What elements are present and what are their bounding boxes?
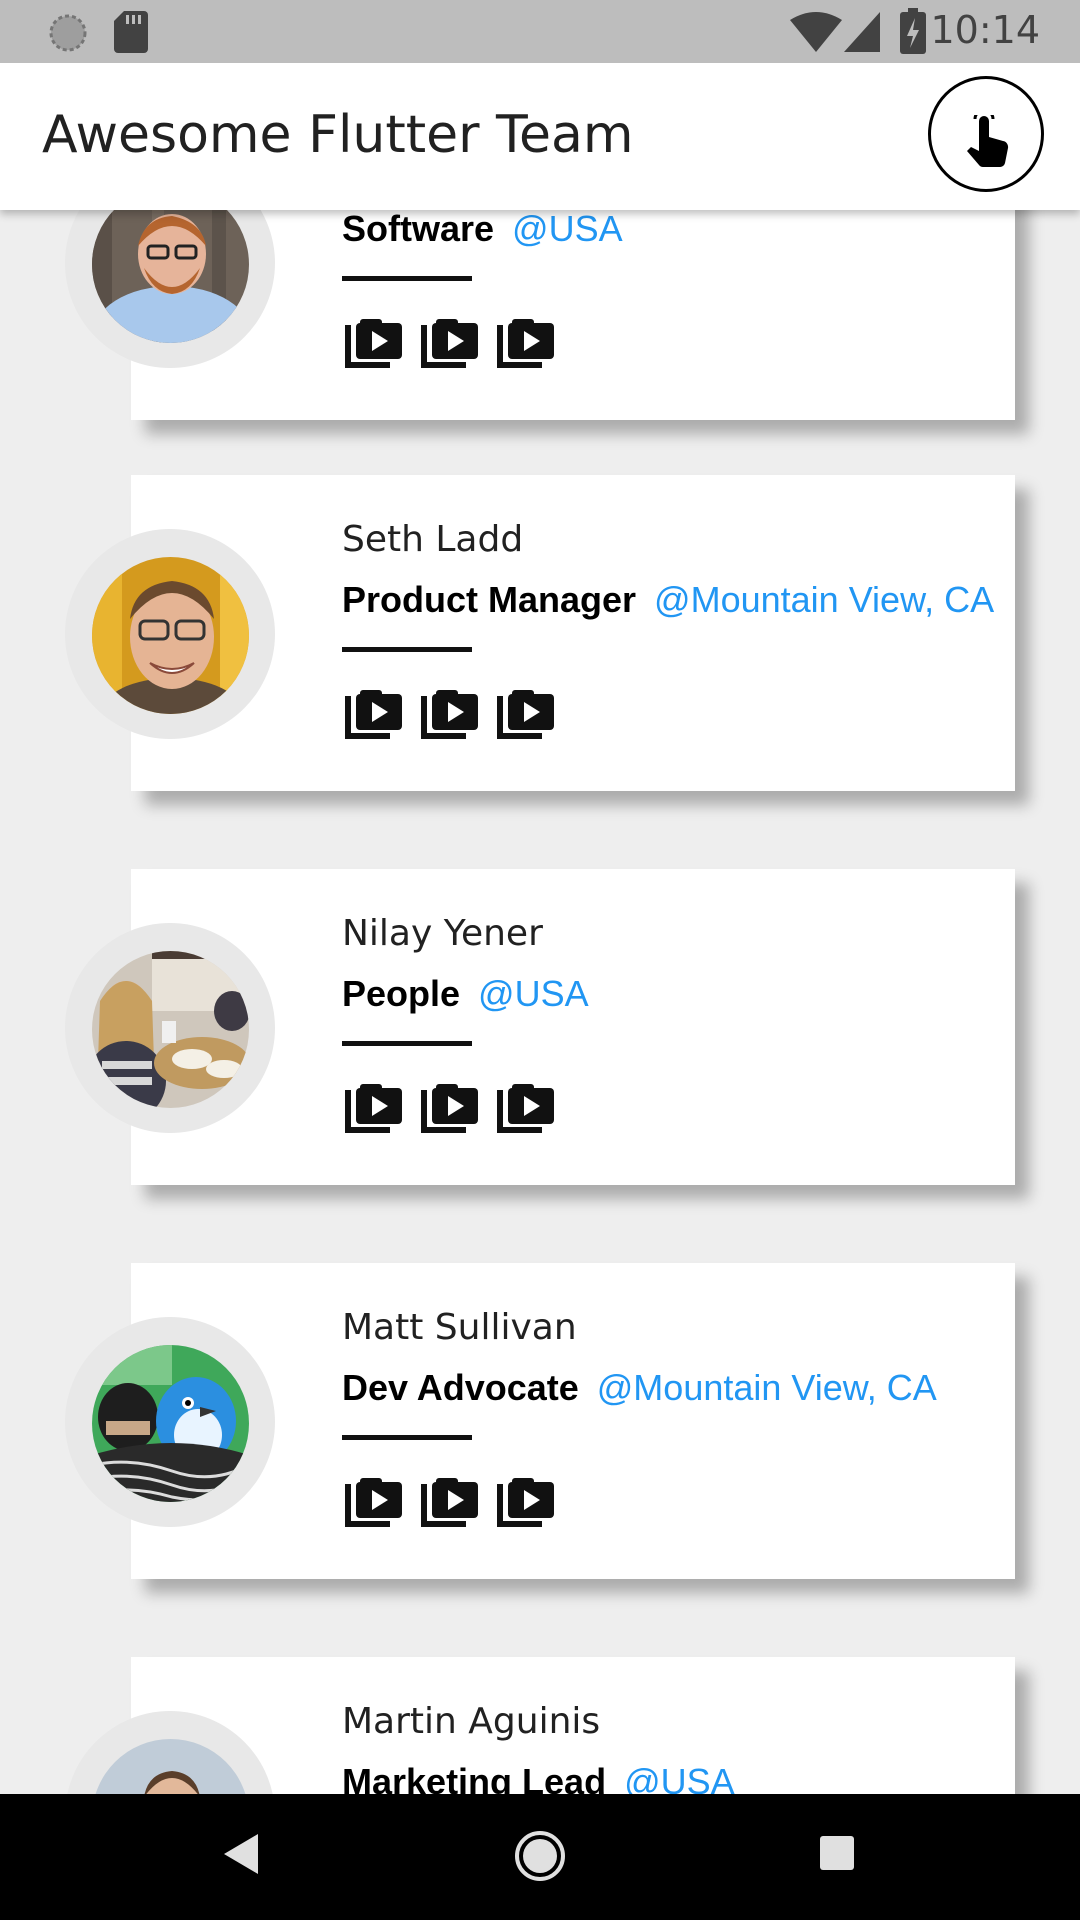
member-role: Product Manager (342, 579, 637, 620)
member-card[interactable]: Martin Aguinis Marketing Lead @USA (0, 1657, 1080, 1794)
member-card[interactable]: Software @USA (0, 210, 1080, 420)
video-library-icon[interactable] (342, 1074, 404, 1136)
video-library-icon[interactable] (494, 309, 556, 371)
touch-app-icon (967, 115, 1009, 167)
nav-bar (0, 1794, 1080, 1920)
role-line: Product Manager @Mountain View, CA (342, 579, 994, 621)
role-line: Software @USA (342, 210, 623, 250)
member-location[interactable]: @USA (478, 973, 589, 1014)
member-card[interactable]: Matt Sullivan Dev Advocate @Mountain View… (0, 1263, 1080, 1579)
member-role: Software (342, 210, 495, 249)
video-library-icon[interactable] (418, 309, 480, 371)
video-library-icon[interactable] (494, 1074, 556, 1136)
app-bar: Awesome Flutter Team (0, 63, 1080, 210)
member-location[interactable]: @Mountain View, CA (597, 1367, 937, 1408)
status-bar: 10:14 (0, 0, 1080, 63)
avatar (92, 1345, 249, 1502)
member-card[interactable]: Seth Ladd Product Manager @Mountain View,… (0, 475, 1080, 791)
member-name: Matt Sullivan (342, 1307, 577, 1348)
battery-charging-icon (900, 8, 926, 54)
member-name: Seth Ladd (342, 519, 524, 560)
member-role: Marketing Lead (342, 1761, 607, 1794)
divider (342, 1435, 472, 1440)
recents-square-icon[interactable] (820, 1836, 854, 1870)
circle-notification-icon (49, 14, 87, 52)
avatar (92, 557, 249, 714)
home-circle-icon[interactable] (514, 1830, 566, 1882)
video-library-icon[interactable] (418, 680, 480, 742)
divider (342, 1041, 472, 1046)
wifi-icon (790, 12, 842, 52)
divider (342, 276, 472, 281)
member-card[interactable]: Nilay Yener People @USA (0, 869, 1080, 1185)
divider (342, 647, 472, 652)
role-line: People @USA (342, 973, 589, 1015)
video-library-icon[interactable] (418, 1468, 480, 1530)
member-role: People (342, 973, 461, 1014)
video-library-icon[interactable] (418, 1074, 480, 1136)
member-name: Nilay Yener (342, 913, 543, 954)
member-location[interactable]: @Mountain View, CA (654, 579, 994, 620)
sd-card-icon (114, 11, 148, 53)
video-library-icon[interactable] (494, 1468, 556, 1530)
touch-app-button[interactable] (928, 76, 1044, 192)
back-triangle-icon[interactable] (224, 1834, 258, 1874)
role-line: Marketing Lead @USA (342, 1761, 735, 1794)
video-library-icon[interactable] (342, 1468, 404, 1530)
member-role: Dev Advocate (342, 1367, 579, 1408)
member-location[interactable]: @USA (624, 1761, 735, 1794)
member-location[interactable]: @USA (512, 210, 623, 249)
app-title: Awesome Flutter Team (42, 105, 634, 165)
video-library-icon[interactable] (342, 680, 404, 742)
avatar (92, 951, 249, 1108)
video-library-icon[interactable] (494, 680, 556, 742)
video-library-icon[interactable] (342, 309, 404, 371)
role-line: Dev Advocate @Mountain View, CA (342, 1367, 937, 1409)
status-time: 10:14 (930, 8, 1040, 52)
team-list[interactable]: Software @USA Seth Ladd Product Manager … (0, 210, 1080, 1794)
member-name: Martin Aguinis (342, 1701, 601, 1742)
cell-signal-icon (844, 12, 880, 52)
